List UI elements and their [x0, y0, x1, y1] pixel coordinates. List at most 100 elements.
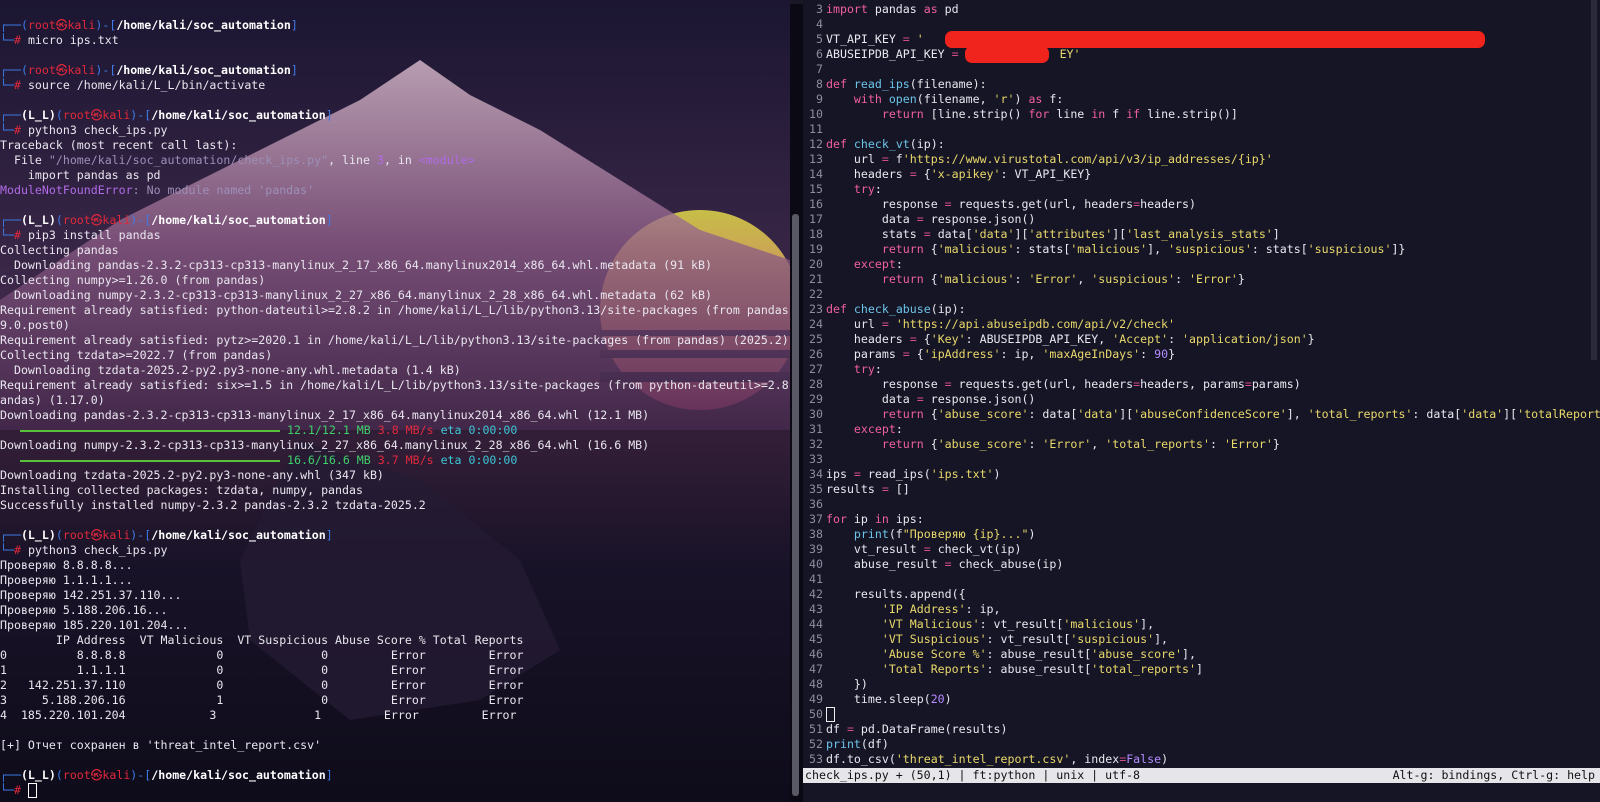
- code-line: 51 df = pd.DataFrame(results): [809, 722, 1008, 736]
- table-row: 4 185.220.101.204 3 1 Error Error: [0, 708, 517, 722]
- prompt-line: ┌──(L_L)(root㉿kali)-[/home/kali/soc_auto…: [0, 213, 333, 227]
- editor-pane[interactable]: 3 import pandas as pd 4 5 VT_API_KEY = ' 6…: [803, 0, 1600, 802]
- code-line: 16 response = requests.get(url, headers=…: [809, 197, 1196, 211]
- code-line: 35 results = []: [809, 482, 910, 496]
- code-line: 40 abuse_result = check_abuse(ip): [809, 557, 1064, 571]
- redaction-mark: [965, 46, 1049, 63]
- output-line: Requirement already satisfied: six>=1.5 …: [0, 378, 790, 392]
- code-line: 43 'IP Address': ip,: [809, 602, 1001, 616]
- output-line: Проверяю 185.220.101.204...: [0, 618, 189, 632]
- prompt-line: ┌──(L_L)(root㉿kali)-[/home/kali/soc_auto…: [0, 108, 333, 122]
- terminal-cursor: [27, 783, 37, 798]
- output-line: Downloading pandas-2.3.2-cp313-cp313-man…: [0, 258, 712, 272]
- output-line: Successfully installed numpy-2.3.2 panda…: [0, 498, 426, 512]
- code-line: 12 def check_vt(ip):: [809, 137, 945, 151]
- code-line: 21 return {'malicious': 'Error', 'suspic…: [809, 272, 1245, 286]
- output-line: Collecting tzdata>=2022.7 (from pandas): [0, 348, 273, 362]
- output-line: Downloading pandas-2.3.2-cp313-cp313-man…: [0, 408, 650, 422]
- progress-line: 16.6/16.6 MB 3.7 MB/s eta 0:00:00: [0, 453, 790, 468]
- command-line[interactable]: └─#: [0, 783, 790, 798]
- code-line: 53 df.to_csv('threat_intel_report.csv', i…: [809, 752, 1169, 766]
- code-line: 17 data = response.json(): [809, 212, 1036, 226]
- code-line: 30 return {'abuse_score': data['data']['…: [809, 407, 1600, 421]
- output-line: Проверяю 142.251.37.110...: [0, 588, 182, 602]
- table-header: IP Address VT Malicious VT Suspicious Ab…: [0, 633, 524, 647]
- code-line: 9 with open(filename, 'r') as f:: [816, 92, 1064, 106]
- code-line: 28 response = requests.get(url, headers=…: [809, 377, 1301, 391]
- output-line: Installing collected packages: tzdata, n…: [0, 483, 363, 497]
- command-line: └─# python3 check_ips.py: [0, 543, 168, 557]
- code-line: 7: [816, 62, 823, 76]
- terminal-pane[interactable]: ┌──(root㉿kali)-[/home/kali/soc_automatio…: [0, 0, 790, 802]
- output-line: Collecting numpy>=1.26.0 (from pandas): [0, 273, 266, 287]
- code-line: 29 data = response.json(): [809, 392, 1036, 406]
- code-line: 41: [809, 572, 823, 586]
- code-line: 46 'Abuse Score %': abuse_result['abuse_…: [809, 647, 1196, 661]
- code-line: 4: [816, 17, 823, 31]
- code-line: 22: [809, 287, 823, 301]
- code-line: 38 print(f"Проверяю {ip}..."): [809, 527, 1036, 541]
- code-line: 45 'VT Suspicious': vt_result['suspiciou…: [809, 632, 1169, 646]
- status-file-info: check_ips.py + (50,1) | ft:python | unix…: [805, 768, 1141, 782]
- editor-status-bar: check_ips.py + (50,1) | ft:python | unix…: [803, 768, 1600, 783]
- terminal-output: ┌──(root㉿kali)-[/home/kali/soc_automatio…: [0, 18, 790, 798]
- progress-bar: [20, 429, 280, 432]
- code-line: 27 try:: [809, 362, 882, 376]
- editor-scrollbar[interactable]: [1591, 0, 1597, 360]
- table-row: 3 5.188.206.16 1 0 Error Error: [0, 693, 524, 707]
- command-line: └─# pip3 install pandas: [0, 228, 161, 242]
- command-line: └─# source /home/kali/L_L/bin/activate: [0, 78, 266, 92]
- code-line: 10 return [line.strip() for line in f if…: [809, 107, 1238, 121]
- code-line: 8 def read_ips(filename):: [816, 77, 987, 91]
- output-line: Проверяю 8.8.8.8...: [0, 558, 133, 572]
- output-line: 9.0.post0): [0, 318, 70, 332]
- code-line: 26 params = {'ipAddress': ip, 'maxAgeInD…: [809, 347, 1176, 361]
- table-row: 0 8.8.8.8 0 0 Error Error: [0, 648, 524, 662]
- prompt-line: ┌──(L_L)(root㉿kali)-[/home/kali/soc_auto…: [0, 528, 333, 542]
- table-row: 2 142.251.37.110 0 0 Error Error: [0, 678, 524, 692]
- output-line: Downloading numpy-2.3.2-cp313-cp313-many…: [0, 288, 712, 302]
- code-line: 39 vt_result = check_vt(ip): [809, 542, 1022, 556]
- code-line: 24 url = 'https://api.abuseipdb.com/api/…: [809, 317, 1176, 331]
- output-line: Requirement already satisfied: pytz>=202…: [0, 333, 789, 347]
- terminal-scrollbar[interactable]: [792, 214, 799, 796]
- command-line: └─# python3 check_ips.py: [0, 123, 168, 137]
- code-line: 52 print(df): [809, 737, 889, 751]
- code-line: 18 stats = data['data']['attributes']['l…: [809, 227, 1280, 241]
- code-line: 33: [809, 452, 823, 466]
- code-line: 13 url = f'https://www.virustotal.com/ap…: [809, 152, 1273, 166]
- code-line: 48 }): [809, 677, 868, 691]
- code-line: 49 time.sleep(20): [809, 692, 952, 706]
- code-line: 37 for ip in ips:: [809, 512, 924, 526]
- code-line: 11: [809, 122, 823, 136]
- output-line: Проверяю 1.1.1.1...: [0, 573, 133, 587]
- code-line: 15 try:: [809, 182, 882, 196]
- traceback-import-line: import pandas as pd: [0, 168, 161, 182]
- code-line: 19 return {'malicious': stats['malicious…: [809, 242, 1406, 256]
- prompt-line: ┌──(root㉿kali)-[/home/kali/soc_automatio…: [0, 63, 298, 77]
- code-view[interactable]: 3 import pandas as pd 4 5 VT_API_KEY = ' 6…: [803, 2, 1600, 767]
- code-line: 42 results.append({: [809, 587, 966, 601]
- code-line: 3 import pandas as pd: [816, 2, 959, 16]
- output-line: Downloading tzdata-2025.2-py2.py3-none-a…: [0, 363, 461, 377]
- code-line: 20 except:: [809, 257, 903, 271]
- table-row: 1 1.1.1.1 0 0 Error Error: [0, 663, 524, 677]
- code-line: 23 def check_abuse(ip):: [809, 302, 966, 316]
- output-line: Downloading tzdata-2025.2-py2.py3-none-a…: [0, 468, 384, 482]
- code-line: 31 except:: [809, 422, 903, 436]
- prompt-line: ┌──(L_L)(root㉿kali)-[/home/kali/soc_auto…: [0, 768, 333, 782]
- desktop: ┌──(root㉿kali)-[/home/kali/soc_automatio…: [0, 0, 1600, 802]
- code-line: 14 headers = {'x-apikey': VT_API_KEY}: [809, 167, 1092, 181]
- code-line: 25 headers = {'Key': ABUSEIPDB_API_KEY, …: [809, 332, 1315, 346]
- code-line: 47 'Total Reports': abuse_result['total_…: [809, 662, 1203, 676]
- prompt-line: ┌──(root㉿kali)-[/home/kali/soc_automatio…: [0, 18, 298, 32]
- editor-cursor: [826, 707, 835, 722]
- output-line: Проверяю 5.188.206.16...: [0, 603, 168, 617]
- command-line: └─# micro ips.txt: [0, 33, 119, 47]
- status-keybindings-hint: Alt-g: bindings, Ctrl-g: help: [1392, 768, 1595, 782]
- output-line: Downloading numpy-2.3.2-cp313-cp313-many…: [0, 438, 650, 452]
- output-line: andas) (1.17.0): [0, 393, 105, 407]
- code-line: 32 return {'abuse_score': 'Error', 'tota…: [809, 437, 1280, 451]
- output-line: Collecting pandas: [0, 243, 119, 257]
- code-line: 34 ips = read_ips('ips.txt'): [809, 467, 1001, 481]
